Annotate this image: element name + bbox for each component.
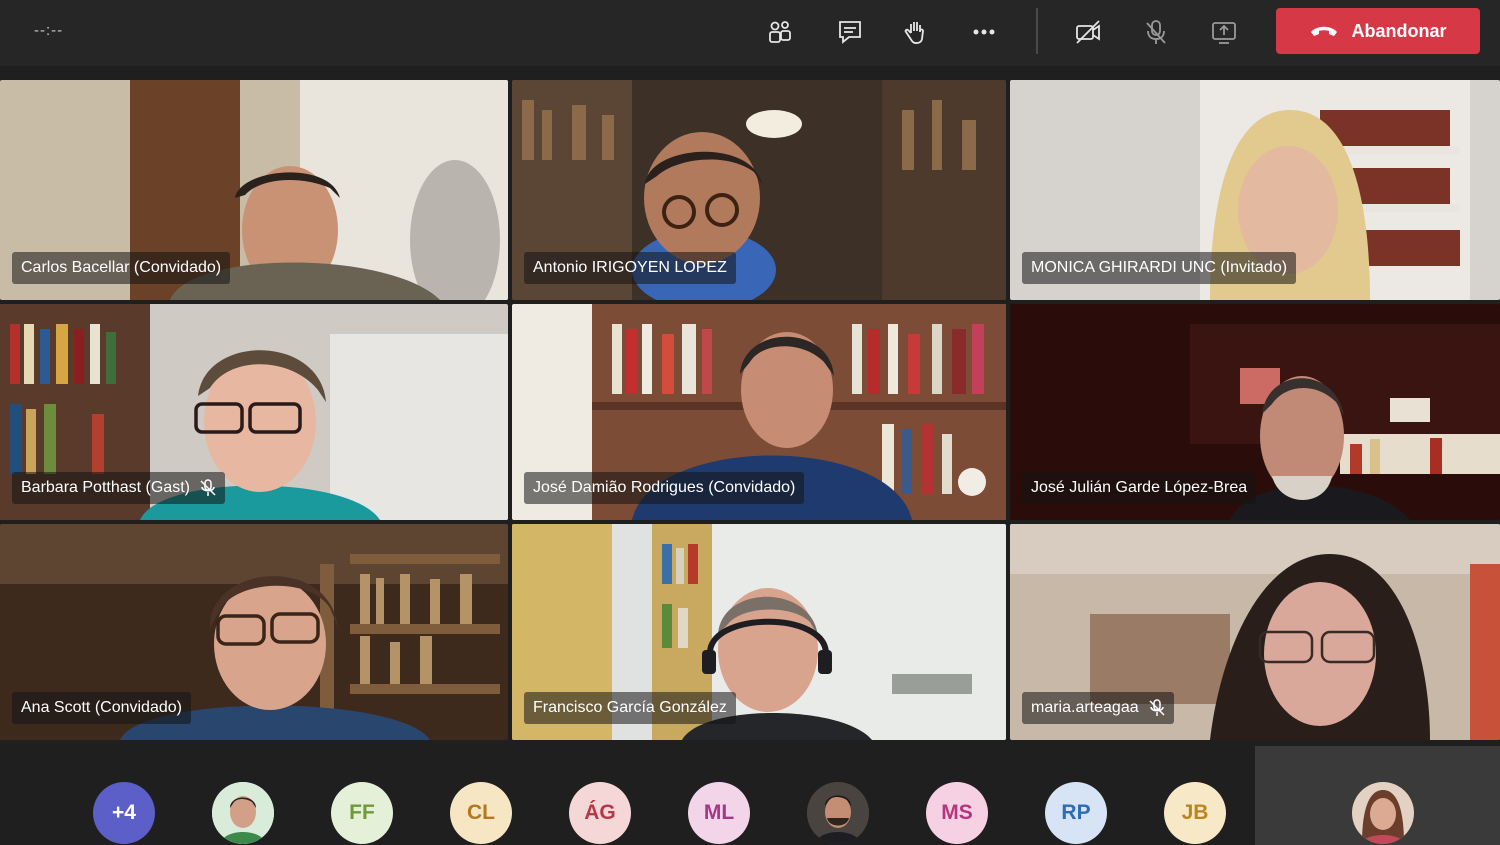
self-view-panel[interactable] [1255, 746, 1500, 845]
participant-name: José Julián Garde López-Brea [1031, 479, 1248, 496]
more-icon [973, 29, 995, 35]
camera-off-icon [1076, 20, 1100, 44]
meeting-timer: --:-- [34, 22, 64, 39]
mic-off-icon [1146, 20, 1166, 44]
video-tile[interactable]: Francisco García González [512, 524, 1006, 740]
avatar-initials: ML [703, 801, 735, 824]
participant-name: José Damião Rodrigues (Convidado) [533, 479, 796, 496]
avatar-photo [807, 782, 869, 844]
avatar[interactable]: MS [926, 782, 988, 844]
avatar[interactable]: FF [331, 782, 393, 844]
participant-name-tag: Antonio IRIGOYEN LOPEZ [524, 252, 736, 284]
avatar-initials: FF [349, 801, 375, 824]
chat-icon [839, 21, 861, 44]
participant-name-tag: maria.arteagaa [1022, 692, 1174, 724]
avatar-initials: CL [467, 801, 495, 824]
participant-name-tag: Carlos Bacellar (Convidado) [12, 252, 231, 284]
participant-name-tag: José Damião Rodrigues (Convidado) [524, 472, 805, 504]
leave-meeting-button[interactable]: Abandonar [1276, 8, 1480, 54]
teams-meeting-window: --:-- Abandonar Carlos Bacellar (Convida… [0, 0, 1500, 845]
share-screen-button[interactable] [1202, 12, 1246, 52]
participant-name-tag: Ana Scott (Convidado) [12, 692, 191, 724]
participant-name-tag: Barbara Potthast (Gast) [12, 472, 225, 504]
participants-button[interactable] [758, 12, 802, 52]
meeting-controls-bar: --:-- Abandonar [0, 0, 1500, 66]
participant-name: MONICA GHIRARDI UNC (Invitado) [1031, 259, 1288, 276]
leave-label: Abandonar [1351, 20, 1447, 41]
chat-button[interactable] [828, 12, 872, 52]
avatar[interactable]: ML [688, 782, 750, 844]
raise-hand-button[interactable] [894, 12, 938, 52]
mic-toggle-button[interactable] [1134, 12, 1178, 52]
avatar[interactable]: RP [1045, 782, 1107, 844]
participant-name: Francisco García González [533, 699, 727, 716]
video-tile[interactable]: Ana Scott (Convidado) [0, 524, 508, 740]
share-icon [1212, 22, 1236, 44]
participant-name: Carlos Bacellar (Convidado) [21, 259, 222, 276]
video-tile[interactable]: Barbara Potthast (Gast) [0, 304, 508, 520]
more-participants-avatar[interactable]: +4 [93, 782, 155, 844]
participant-name: Antonio IRIGOYEN LOPEZ [533, 259, 727, 276]
avatar-photo [212, 782, 274, 844]
video-tile[interactable]: José Damião Rodrigues (Convidado) [512, 304, 1006, 520]
participant-name-tag: José Julián Garde López-Brea [1022, 472, 1257, 504]
avatar[interactable] [212, 782, 274, 844]
avatar-initials: +4 [112, 801, 136, 824]
participant-name: maria.arteagaa [1031, 699, 1139, 716]
toolbar-divider [1036, 8, 1038, 54]
avatar[interactable]: JB [1164, 782, 1226, 844]
participant-name: Barbara Potthast (Gast) [21, 479, 190, 496]
video-tile[interactable]: Antonio IRIGOYEN LOPEZ [512, 80, 1006, 300]
participant-name-tag: Francisco García González [524, 692, 736, 724]
video-tile[interactable]: Carlos Bacellar (Convidado) [0, 80, 508, 300]
hang-up-icon [1311, 26, 1338, 36]
video-tile[interactable]: maria.arteagaa [1010, 524, 1500, 740]
hand-icon [904, 22, 924, 44]
video-tile[interactable]: José Julián Garde López-Brea [1010, 304, 1500, 520]
mic-off-icon [200, 479, 216, 496]
participant-name: Ana Scott (Convidado) [21, 699, 182, 716]
self-avatar [1352, 782, 1414, 844]
participant-roster: +4 FF CL ÁG ML MS RP JB [0, 742, 1254, 845]
more-actions-button[interactable] [962, 12, 1006, 52]
mic-off-icon [1149, 699, 1165, 716]
avatar-photo [1352, 782, 1414, 844]
participant-name-tag: MONICA GHIRARDI UNC (Invitado) [1022, 252, 1297, 284]
people-icon [769, 21, 791, 43]
avatar-initials: RP [1061, 801, 1091, 824]
avatar[interactable] [807, 782, 869, 844]
avatar[interactable]: ÁG [569, 782, 631, 844]
video-tile[interactable]: MONICA GHIRARDI UNC (Invitado) [1010, 80, 1500, 300]
avatar-initials: MS [941, 801, 973, 824]
camera-toggle-button[interactable] [1066, 12, 1110, 52]
avatar-initials: ÁG [584, 801, 616, 824]
avatar-initials: JB [1181, 801, 1209, 824]
avatar[interactable]: CL [450, 782, 512, 844]
